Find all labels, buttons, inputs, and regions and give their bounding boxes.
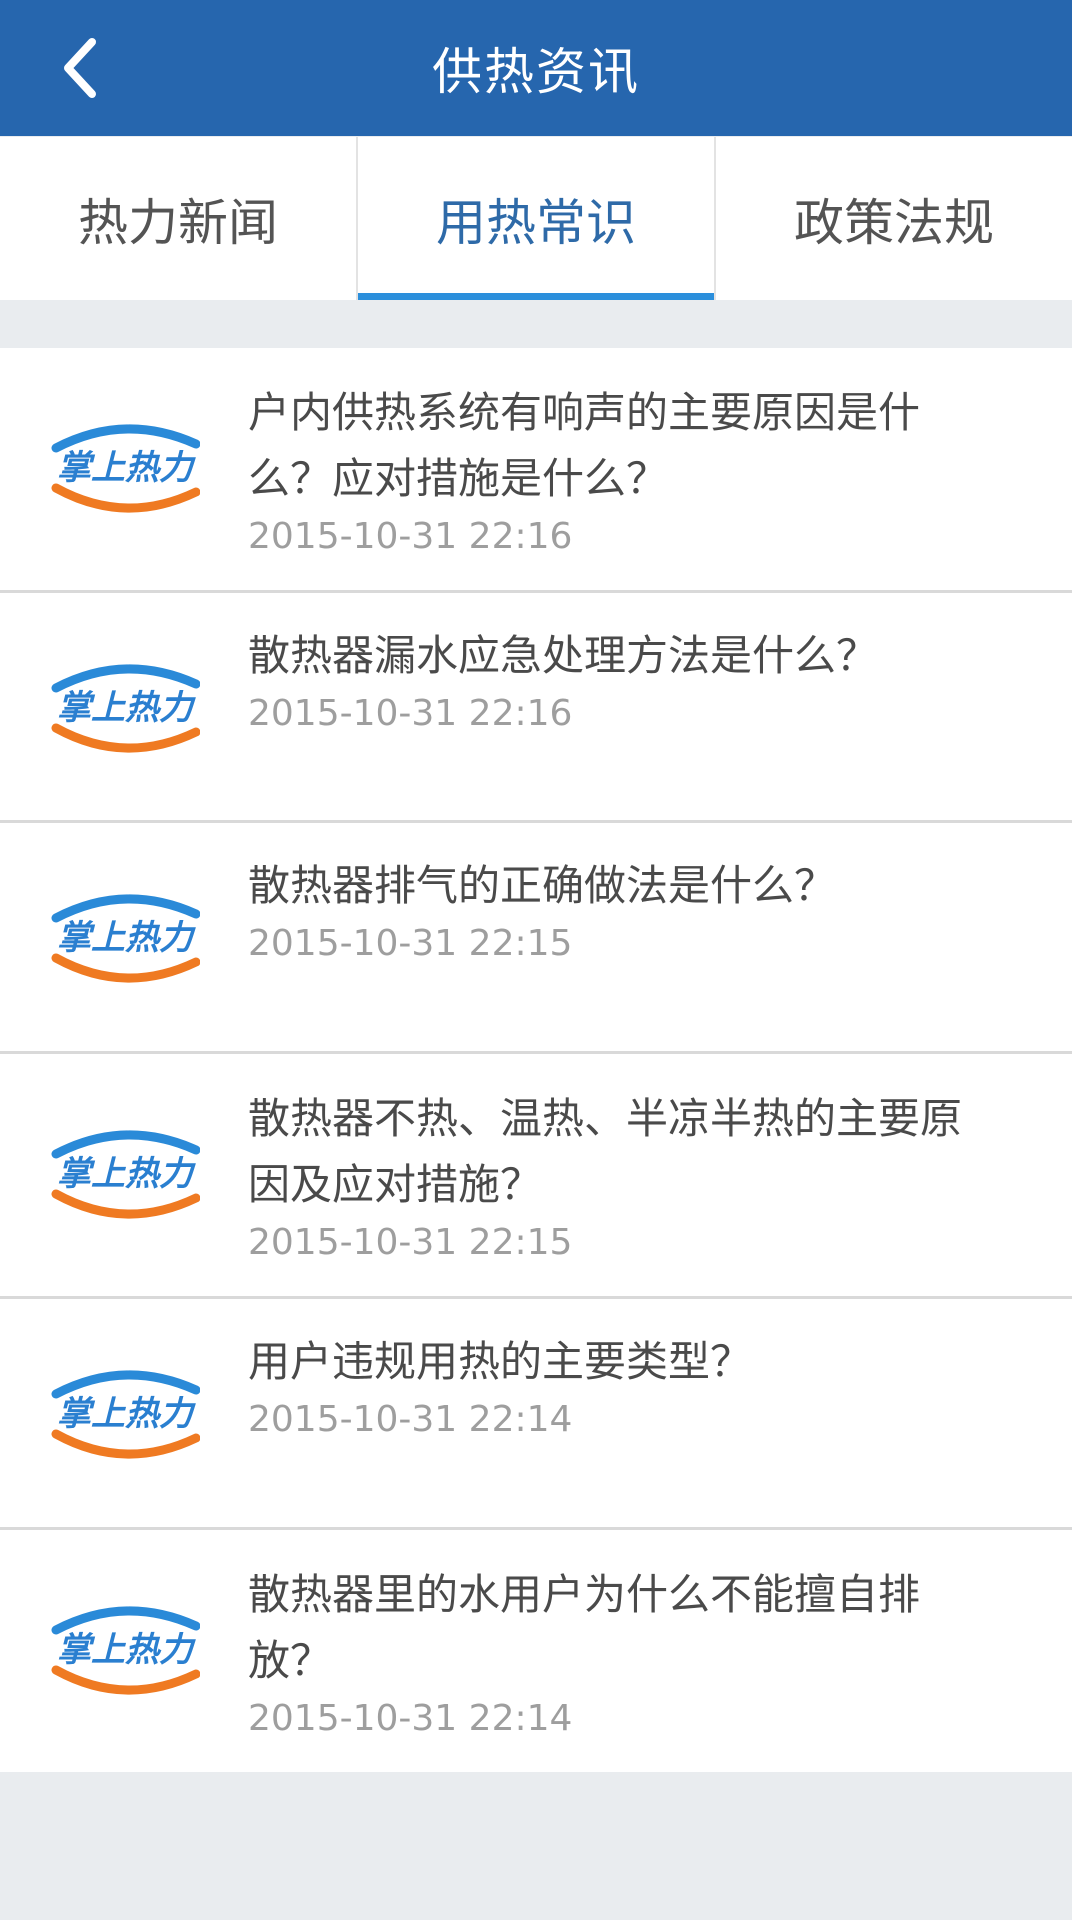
article-title: 用户违规用热的主要类型？: [248, 1337, 753, 1386]
brand-logo-icon: 掌上热力: [51, 1370, 200, 1459]
logo-text: 掌上热力: [57, 448, 196, 488]
article-title: 散热器排气的正确做法是什么？: [248, 861, 837, 910]
app-bar: 供热资讯: [0, 0, 1072, 136]
brand-logo-icon: 掌上热力: [51, 664, 200, 753]
tab-policy-regulations[interactable]: 政策法规: [714, 137, 1072, 300]
list-item[interactable]: 掌上热力 用户违规用热的主要类型？ 2015-10-31 22:14: [0, 1299, 1072, 1530]
article-time: 2015-10-31 22:15: [248, 1222, 573, 1263]
article-time: 2015-10-31 22:16: [248, 516, 573, 557]
article-time: 2015-10-31 22:15: [248, 923, 573, 964]
brand-logo-icon: 掌上热力: [51, 1606, 200, 1695]
list-item[interactable]: 掌上热力 散热器排气的正确做法是什么？ 2015-10-31 22:15: [0, 823, 1072, 1054]
list-item[interactable]: 掌上热力 散热器里的水用户为什么不能擅自排放？ 2015-10-31 22:14: [0, 1530, 1072, 1772]
article-title: 散热器漏水应急处理方法是什么？: [248, 631, 879, 680]
list-item[interactable]: 掌上热力 散热器漏水应急处理方法是什么？ 2015-10-31 22:16: [0, 593, 1072, 823]
logo-text: 掌上热力: [57, 688, 196, 728]
article-title: 户内供热系统有响声的主要原因是什么？应对措施是什么？: [248, 388, 921, 503]
article-title: 散热器不热、温热、半凉半热的主要原因及应对措施？: [248, 1094, 963, 1209]
brand-logo-icon: 掌上热力: [51, 1130, 200, 1219]
article-time: 2015-10-31 22:14: [248, 1399, 573, 1440]
logo-text: 掌上热力: [57, 918, 196, 958]
tab-heat-news[interactable]: 热力新闻: [0, 137, 356, 300]
brand-logo-icon: 掌上热力: [51, 424, 200, 513]
logo-text: 掌上热力: [57, 1630, 196, 1670]
list-item[interactable]: 掌上热力 户内供热系统有响声的主要原因是什么？应对措施是什么？ 2015-10-…: [0, 348, 1072, 593]
article-title: 散热器里的水用户为什么不能擅自排放？: [248, 1570, 921, 1685]
page-title: 供热资讯: [432, 43, 640, 101]
article-time: 2015-10-31 22:14: [248, 1698, 573, 1739]
logo-text: 掌上热力: [57, 1154, 196, 1194]
tab-heat-knowledge[interactable]: 用热常识: [356, 137, 714, 300]
tab-bar: 热力新闻 用热常识 政策法规: [0, 137, 1072, 300]
article-list: 掌上热力 户内供热系统有响声的主要原因是什么？应对措施是什么？ 2015-10-…: [0, 348, 1072, 1772]
logo-text: 掌上热力: [57, 1394, 196, 1434]
article-time: 2015-10-31 22:16: [248, 693, 573, 734]
list-item[interactable]: 掌上热力 散热器不热、温热、半凉半热的主要原因及应对措施？ 2015-10-31…: [0, 1054, 1072, 1299]
brand-logo-icon: 掌上热力: [51, 894, 200, 983]
